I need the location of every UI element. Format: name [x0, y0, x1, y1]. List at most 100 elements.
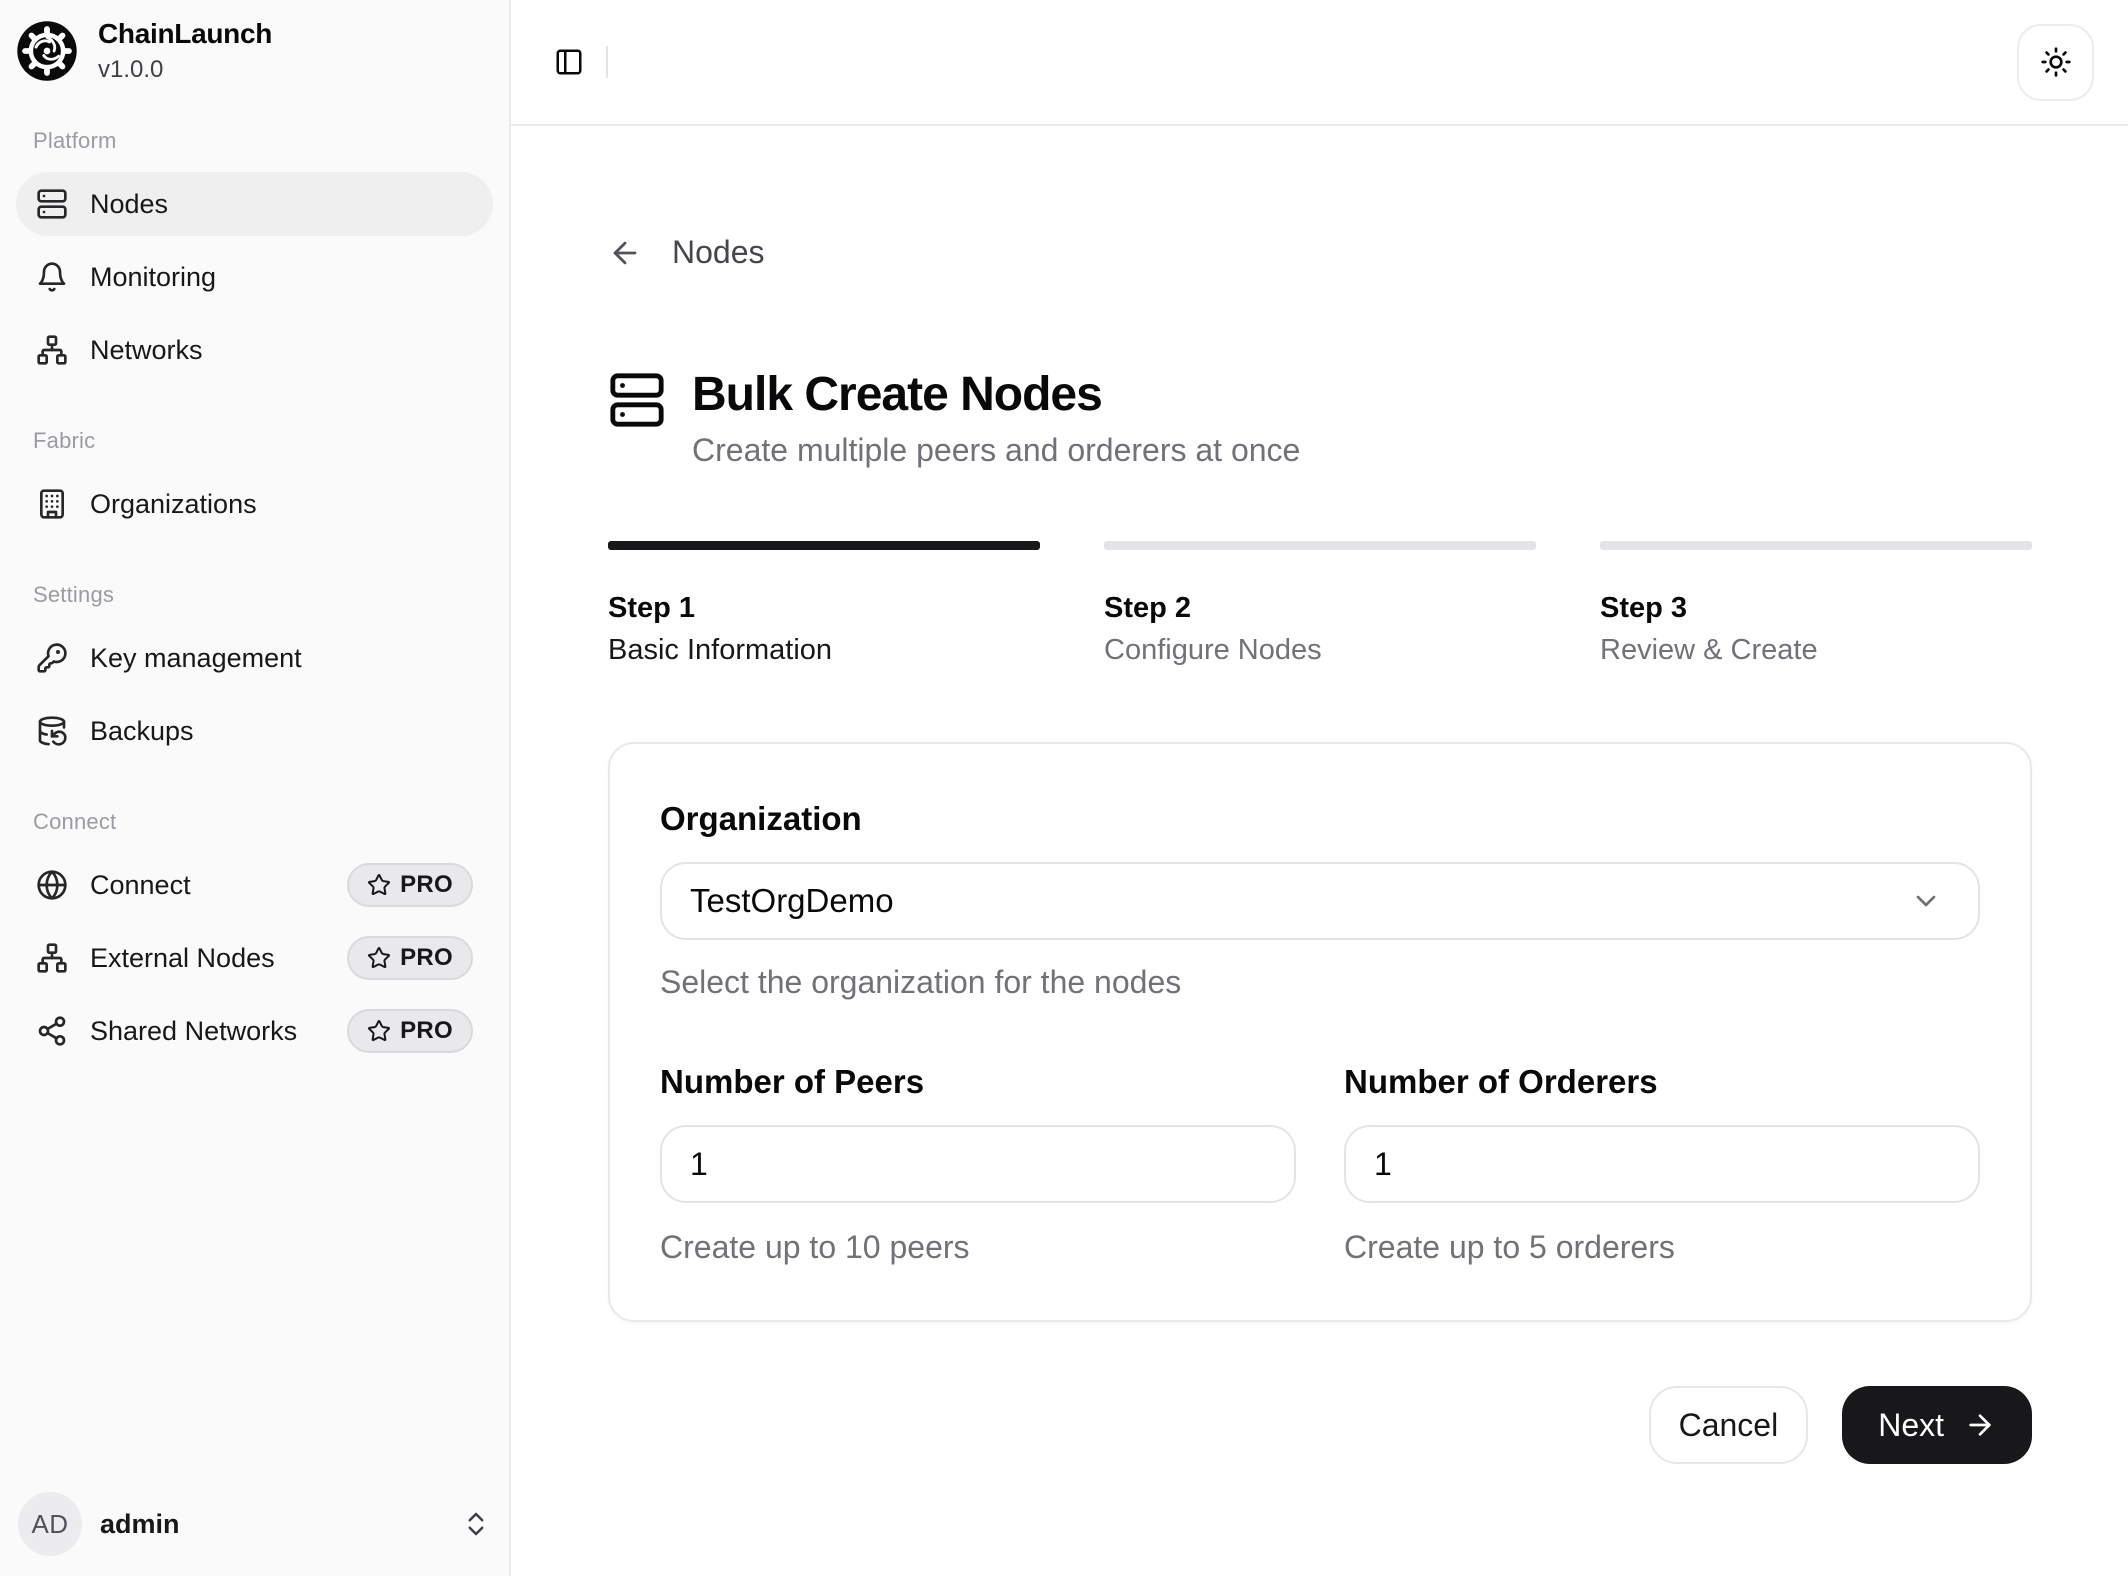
organization-helper: Select the organization for the nodes: [660, 964, 1980, 1001]
sidebar-item-label: Key management: [90, 643, 473, 674]
arrow-right-icon: [1964, 1409, 1996, 1441]
step-3: Step 3 Review & Create: [1600, 541, 2032, 670]
top-bar: [511, 0, 2128, 126]
step-title: Step 2: [1104, 588, 1536, 628]
step-subtitle: Configure Nodes: [1104, 630, 1536, 670]
theme-toggle-button[interactable]: [2017, 24, 2094, 101]
sidebar-toggle-button[interactable]: [552, 44, 588, 80]
orderers-field: Number of Orderers Create up to 5 ordere…: [1344, 1063, 1980, 1266]
share-icon: [36, 1015, 68, 1047]
basic-information-card: Organization TestOrgDemo Select the orga…: [608, 742, 2032, 1322]
nav-group-fabric: Fabric Organizations: [16, 428, 493, 536]
arrow-left-icon: [608, 236, 642, 270]
sidebar-item-label: Monitoring: [90, 262, 473, 293]
form-actions: Cancel Next: [608, 1386, 2032, 1464]
network-icon: [36, 942, 68, 974]
pro-badge: PRO: [347, 936, 473, 980]
main-area: Nodes Bulk Create Nodes Create multiple …: [511, 0, 2128, 1576]
user-name: admin: [100, 1509, 443, 1540]
nav-group-settings: Settings Key management Backups: [16, 582, 493, 763]
sidebar-item-label: Shared Networks: [90, 1016, 325, 1047]
peers-helper: Create up to 10 peers: [660, 1229, 1296, 1266]
sidebar-item-organizations[interactable]: Organizations: [16, 472, 493, 536]
step-1: Step 1 Basic Information: [608, 541, 1040, 670]
server-icon: [608, 367, 666, 429]
sidebar-item-monitoring[interactable]: Monitoring: [16, 245, 493, 309]
step-2-bar: [1104, 541, 1536, 550]
chevron-down-icon: [1910, 885, 1942, 917]
next-button[interactable]: Next: [1842, 1386, 2032, 1464]
pro-badge-label: PRO: [400, 871, 453, 899]
pro-badge: PRO: [347, 863, 473, 907]
sidebar-item-networks[interactable]: Networks: [16, 318, 493, 382]
app-version: v1.0.0: [98, 56, 272, 84]
step-title: Step 1: [608, 588, 1040, 628]
sidebar-item-label: Backups: [90, 716, 473, 747]
breadcrumb-link-nodes[interactable]: Nodes: [672, 234, 765, 271]
chevrons-up-down-icon: [461, 1509, 491, 1539]
database-backup-icon: [36, 715, 68, 747]
topbar-divider: [606, 46, 608, 78]
orderers-label: Number of Orderers: [1344, 1063, 1980, 1101]
nav-group-label: Fabric: [16, 428, 493, 454]
network-icon: [36, 334, 68, 366]
cancel-button[interactable]: Cancel: [1649, 1386, 1809, 1464]
step-progress: Step 1 Basic Information Step 2 Configur…: [608, 541, 2032, 670]
avatar: AD: [18, 1492, 82, 1556]
back-button[interactable]: [608, 235, 644, 271]
panel-left-icon: [554, 47, 584, 77]
app-name: ChainLaunch: [98, 18, 272, 50]
pro-badge: PRO: [347, 1009, 473, 1053]
star-icon: [367, 1019, 391, 1043]
organization-select[interactable]: TestOrgDemo: [660, 862, 1980, 940]
globe-icon: [36, 869, 68, 901]
pro-badge-label: PRO: [400, 944, 453, 972]
step-3-bar: [1600, 541, 2032, 550]
server-icon: [36, 188, 68, 220]
nav-group-label: Settings: [16, 582, 493, 608]
step-2: Step 2 Configure Nodes: [1104, 541, 1536, 670]
step-subtitle: Review & Create: [1600, 630, 2032, 670]
orderers-input[interactable]: [1344, 1125, 1980, 1203]
pro-badge-label: PRO: [400, 1017, 453, 1045]
sidebar-item-label: External Nodes: [90, 943, 325, 974]
page-header: Bulk Create Nodes Create multiple peers …: [608, 367, 2032, 469]
user-menu[interactable]: AD admin: [16, 1492, 493, 1556]
sidebar-item-label: Nodes: [90, 189, 473, 220]
star-icon: [367, 946, 391, 970]
nav-group-label: Platform: [16, 128, 493, 154]
next-button-label: Next: [1878, 1407, 1944, 1444]
sidebar-item-shared-networks[interactable]: Shared Networks PRO: [16, 999, 493, 1063]
sidebar-item-label: Networks: [90, 335, 473, 366]
nav-group-connect: Connect Connect PRO External Nodes: [16, 809, 493, 1063]
orderers-helper: Create up to 5 orderers: [1344, 1229, 1980, 1266]
sidebar-item-label: Connect: [90, 870, 325, 901]
nav-group-platform: Platform Nodes Monitoring Networks: [16, 128, 493, 382]
step-1-bar: [608, 541, 1040, 550]
page-scroll-area: Nodes Bulk Create Nodes Create multiple …: [511, 126, 2128, 1576]
step-subtitle: Basic Information: [608, 630, 1040, 670]
sidebar: ChainLaunch v1.0.0 Platform Nodes Monito…: [0, 0, 511, 1576]
app-logo-row: ChainLaunch v1.0.0: [16, 16, 493, 86]
building-icon: [36, 488, 68, 520]
sidebar-item-nodes[interactable]: Nodes: [16, 172, 493, 236]
sun-icon: [2040, 46, 2072, 78]
page-title: Bulk Create Nodes: [692, 367, 1300, 422]
sidebar-item-backups[interactable]: Backups: [16, 699, 493, 763]
sidebar-item-key-management[interactable]: Key management: [16, 626, 493, 690]
breadcrumb: Nodes: [608, 234, 2032, 271]
page-subtitle: Create multiple peers and orderers at on…: [692, 432, 1300, 469]
app-logo-icon: [16, 20, 78, 82]
step-title: Step 3: [1600, 588, 2032, 628]
sidebar-item-external-nodes[interactable]: External Nodes PRO: [16, 926, 493, 990]
nav-group-label: Connect: [16, 809, 493, 835]
sidebar-item-label: Organizations: [90, 489, 473, 520]
organization-select-value: TestOrgDemo: [690, 882, 1910, 920]
bell-icon: [36, 261, 68, 293]
key-icon: [36, 642, 68, 674]
organization-label: Organization: [660, 800, 1980, 838]
peers-field: Number of Peers Create up to 10 peers: [660, 1063, 1296, 1266]
peers-input[interactable]: [660, 1125, 1296, 1203]
peers-label: Number of Peers: [660, 1063, 1296, 1101]
sidebar-item-connect[interactable]: Connect PRO: [16, 853, 493, 917]
